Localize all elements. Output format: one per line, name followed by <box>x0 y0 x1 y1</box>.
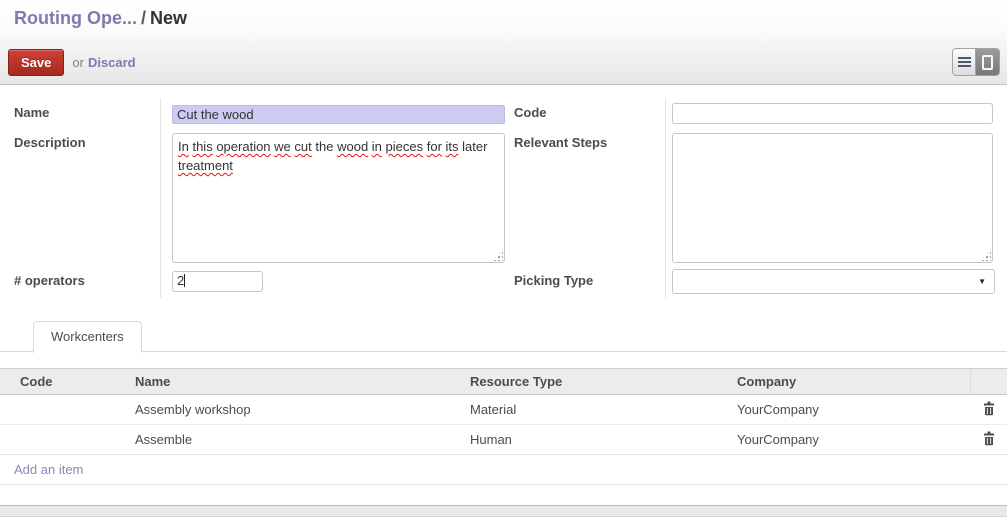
cell-code <box>0 395 131 425</box>
or-label: or <box>72 55 84 70</box>
right-column-divider <box>665 98 666 298</box>
cell-company: YourCompany <box>733 395 970 425</box>
relevant-steps-textarea[interactable] <box>672 133 993 263</box>
picking-type-label: Picking Type <box>514 273 593 288</box>
description-label: Description <box>14 135 86 150</box>
cell-resource-type: Human <box>466 425 733 455</box>
operators-input[interactable]: 2 <box>172 271 263 292</box>
left-column-divider <box>160 98 161 298</box>
discard-link[interactable]: Discard <box>88 55 136 70</box>
delete-row-button[interactable] <box>982 431 996 446</box>
tab-workcenters[interactable]: Workcenters <box>33 321 142 353</box>
notebook-tabstrip <box>0 321 1007 352</box>
header: Routing Ope.../New Save or Discard <box>0 0 1007 85</box>
cell-name: Assemble <box>131 425 466 455</box>
operators-label: # operators <box>14 273 85 288</box>
save-button[interactable]: Save <box>8 49 64 76</box>
list-view-icon <box>958 57 971 67</box>
picking-type-select[interactable]: ▼ <box>672 269 995 294</box>
table-row[interactable]: Assembly workshop Material YourCompany <box>0 395 1007 425</box>
breadcrumb-current: New <box>150 8 187 28</box>
breadcrumb-parent-link[interactable]: Routing Ope... <box>14 8 137 28</box>
form-view-icon <box>982 55 993 70</box>
table-row[interactable]: Assemble Human YourCompany <box>0 425 1007 455</box>
workcenters-table: Code Name Resource Type Company Assembly… <box>0 368 1007 485</box>
dropdown-caret-icon: ▼ <box>978 277 986 286</box>
table-header-row: Code Name Resource Type Company <box>0 369 1007 395</box>
cell-company: YourCompany <box>733 425 970 455</box>
resize-handle-icon[interactable] <box>980 250 991 261</box>
column-header-code[interactable]: Code <box>0 369 131 395</box>
bottom-status-strip <box>0 505 1007 517</box>
list-view-button[interactable] <box>953 49 976 75</box>
column-header-name[interactable]: Name <box>131 369 466 395</box>
trash-icon <box>982 431 996 446</box>
code-label: Code <box>514 105 547 120</box>
name-label: Name <box>14 105 49 120</box>
toolbar: Save or Discard <box>8 49 136 76</box>
breadcrumb-separator: / <box>137 8 150 28</box>
operators-value: 2 <box>177 273 184 288</box>
trash-icon <box>982 401 996 416</box>
column-header-delete <box>970 369 1007 395</box>
add-an-item-link[interactable]: Add an item <box>14 462 83 477</box>
column-header-resource-type[interactable]: Resource Type <box>466 369 733 395</box>
delete-row-button[interactable] <box>982 401 996 416</box>
name-input[interactable]: Cut the wood <box>172 105 505 124</box>
column-header-company[interactable]: Company <box>733 369 970 395</box>
code-input[interactable] <box>672 103 993 124</box>
add-item-row: Add an item <box>0 455 1007 485</box>
form-view-button[interactable] <box>976 49 999 75</box>
breadcrumb: Routing Ope.../New <box>14 8 187 29</box>
relevant-steps-label: Relevant Steps <box>514 135 607 150</box>
cell-code <box>0 425 131 455</box>
description-textarea[interactable]: In this operation we cut the wood in pie… <box>172 133 505 263</box>
text-cursor <box>184 274 185 287</box>
resize-handle-icon[interactable] <box>492 250 503 261</box>
description-text: In this operation we cut the wood in pie… <box>178 139 487 173</box>
cell-name: Assembly workshop <box>131 395 466 425</box>
view-switcher <box>952 48 1000 76</box>
cell-resource-type: Material <box>466 395 733 425</box>
routing-operation-form-page: Routing Ope.../New Save or Discard Name … <box>0 0 1007 524</box>
